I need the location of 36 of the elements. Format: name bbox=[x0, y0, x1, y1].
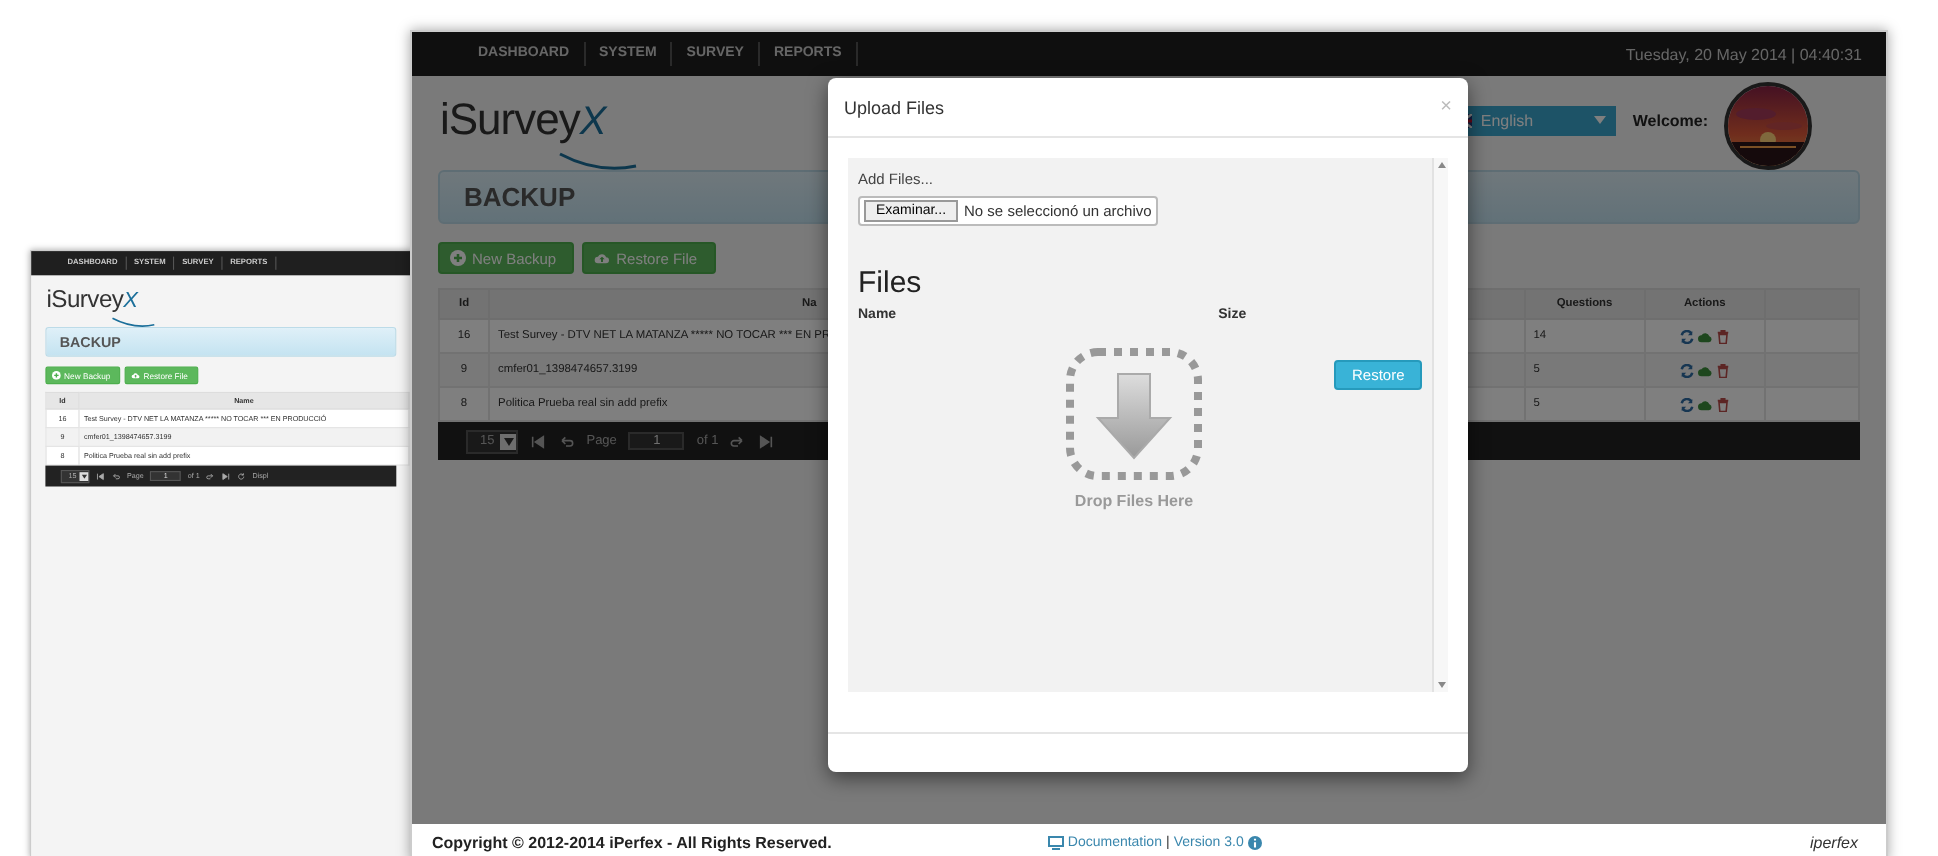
info-icon bbox=[1247, 835, 1262, 849]
date-time: Tuesday, 20 May 2014 | 04:40:31 bbox=[1625, 45, 1862, 63]
app-logo: iSurveyX bbox=[46, 285, 138, 314]
refresh-icon[interactable] bbox=[1679, 397, 1694, 411]
last-page-icon[interactable] bbox=[221, 471, 231, 481]
plus-circle-icon bbox=[52, 371, 61, 380]
refresh-icon[interactable] bbox=[1679, 329, 1694, 343]
drop-zone-icon bbox=[1064, 346, 1204, 482]
scroll-down-icon[interactable] bbox=[1437, 682, 1445, 688]
brand-logo: iperfex bbox=[1809, 833, 1858, 851]
prev-page-icon[interactable] bbox=[558, 433, 575, 449]
swoosh-icon bbox=[557, 150, 638, 170]
cloud-upload-icon bbox=[594, 250, 611, 266]
scrollbar[interactable] bbox=[1432, 158, 1448, 692]
caret-icon bbox=[503, 437, 514, 445]
caret-icon bbox=[1594, 116, 1607, 124]
first-page-icon[interactable] bbox=[96, 471, 106, 481]
drop-hint: Drop Files Here bbox=[1074, 492, 1194, 510]
welcome-label: Welcome: bbox=[1632, 111, 1708, 129]
cloud-download-icon[interactable] bbox=[1697, 329, 1712, 343]
trash-icon[interactable] bbox=[1715, 363, 1730, 377]
swoosh-icon bbox=[111, 316, 156, 327]
caret-icon bbox=[81, 473, 87, 479]
plus-circle-icon bbox=[450, 250, 466, 266]
monitor-icon bbox=[1047, 835, 1064, 849]
refresh-icon[interactable] bbox=[1679, 363, 1694, 377]
cloud-download-icon[interactable] bbox=[1697, 363, 1712, 377]
files-heading: Files bbox=[858, 266, 924, 300]
next-page-icon[interactable] bbox=[730, 433, 747, 449]
app-logo: iSurveyX bbox=[440, 94, 606, 146]
cloud-upload-icon bbox=[131, 371, 141, 380]
trash-icon[interactable] bbox=[1715, 397, 1730, 411]
cloud-download-icon[interactable] bbox=[1697, 397, 1712, 411]
trash-icon[interactable] bbox=[1715, 329, 1730, 343]
dialog-title: Upload Files bbox=[844, 97, 945, 117]
copyright-text: Copyright © 2012-2014 iPerfex - All Rights Reserved. bbox=[432, 833, 832, 851]
